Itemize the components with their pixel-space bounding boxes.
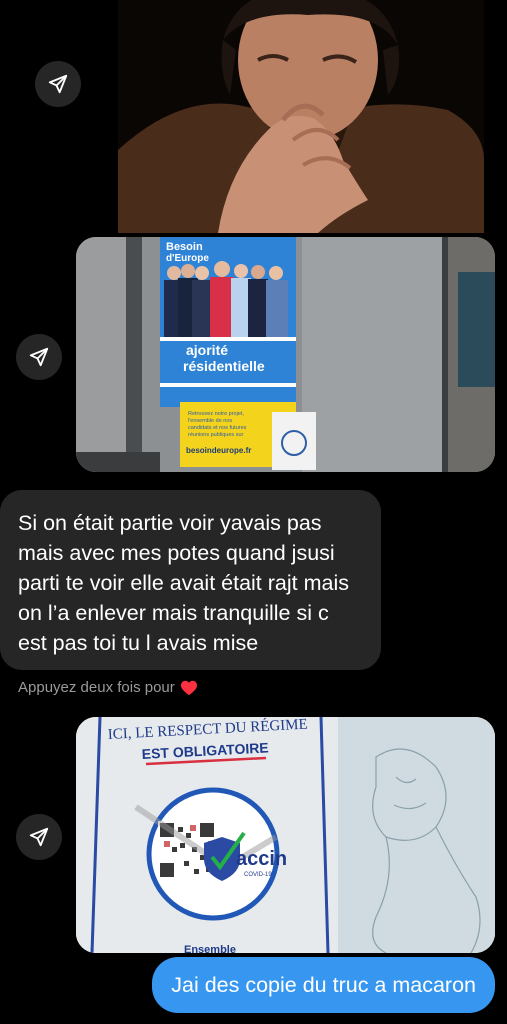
double-tap-like-hint: Appuyez deux fois pour <box>18 679 198 696</box>
gif-message[interactable] <box>118 0 484 233</box>
photo-message[interactable]: Besoin d'Europe ajorité résidentielle Re… <box>76 237 495 472</box>
poster-heading: Besoin <box>166 241 203 253</box>
like-hint-text: Appuyez deux fois pour <box>18 679 175 696</box>
share-button[interactable] <box>35 61 81 107</box>
vaccine-poster-photo: ICI, LE RESPECT DU RÉGIME EST OBLIGATOIR… <box>76 717 495 953</box>
received-message-bubble[interactable]: Si on était partie voir yavais pas mais … <box>0 490 381 670</box>
svg-text:l'ensemble de nos: l'ensemble de nos <box>188 418 232 424</box>
svg-text:candidats et nos futures: candidats et nos futures <box>188 425 247 431</box>
sent-message-bubble[interactable]: Jai des copie du truc a macaron <box>152 957 495 1013</box>
share-button[interactable] <box>16 814 62 860</box>
share-icon <box>29 827 49 847</box>
svg-text:Retrouvez notre projet,: Retrouvez notre projet, <box>188 411 244 417</box>
man-laughing-gif <box>118 0 484 233</box>
heart-icon <box>180 680 197 695</box>
share-icon <box>29 347 49 367</box>
svg-text:réunions publiques sur: réunions publiques sur <box>188 432 244 438</box>
badge-word: accin <box>236 848 287 870</box>
poster-url: besoindeurope.fr <box>186 446 251 455</box>
svg-text:d'Europe: d'Europe <box>166 253 209 264</box>
poster-footer: Ensemble <box>184 944 236 953</box>
poster-slogan-1: ajorité <box>186 342 228 358</box>
election-poster-photo: Besoin d'Europe ajorité résidentielle Re… <box>76 237 495 472</box>
share-button[interactable] <box>16 334 62 380</box>
share-icon <box>48 74 68 94</box>
photo-message[interactable]: ICI, LE RESPECT DU RÉGIME EST OBLIGATOIR… <box>76 717 495 953</box>
poster-slogan-2: résidentielle <box>183 358 265 374</box>
badge-sub: COVID-19 <box>244 872 272 878</box>
